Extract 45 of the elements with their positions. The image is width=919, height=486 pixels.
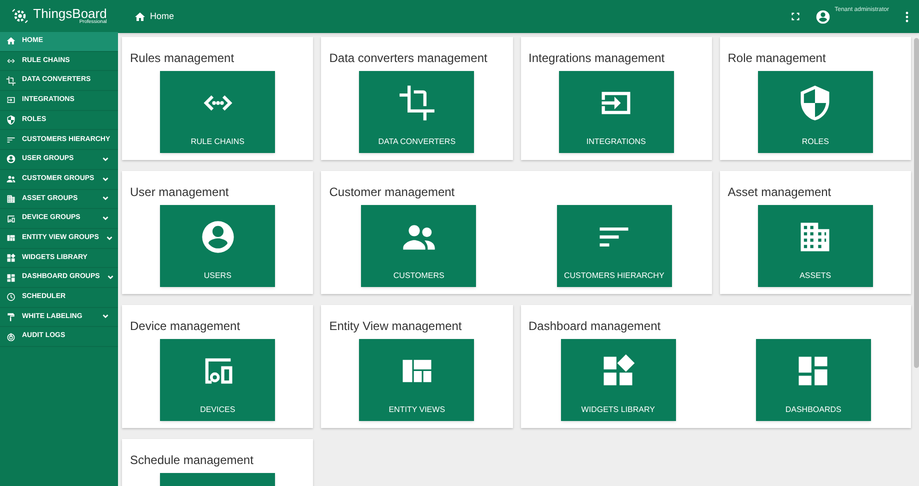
card-title: Integrations management <box>528 50 666 67</box>
target-icon <box>6 332 16 342</box>
dashboard-icon <box>6 272 16 283</box>
shortcut-tile[interactable]: DEVICES <box>160 339 276 421</box>
card-title: Dashboard management <box>528 318 662 335</box>
grid-layout-icon <box>6 233 16 244</box>
input-arrow-icon <box>6 95 16 106</box>
card-title: Data converters management <box>328 50 488 67</box>
shield-icon <box>6 115 16 126</box>
card-title: Schedule management <box>129 452 254 469</box>
shortcut-tile[interactable]: DATA CONVERTERS <box>359 71 474 153</box>
card-title: Entity View management <box>328 318 463 335</box>
shortcut-tile[interactable]: ENTITY VIEWS <box>359 339 474 421</box>
card-title: Rules management <box>129 50 236 67</box>
crop-icon <box>398 84 436 122</box>
lines-icon <box>6 134 16 145</box>
crop-icon <box>6 76 16 86</box>
shortcut-tile[interactable]: ROLES <box>758 71 873 153</box>
gear-logo-icon <box>11 7 30 25</box>
breadcrumb[interactable]: Home <box>150 10 790 24</box>
card-title: User management <box>129 184 230 201</box>
card-title: Asset management <box>726 184 832 201</box>
widgets-icon <box>6 252 16 263</box>
people-icon <box>6 174 16 184</box>
shortcut-tile[interactable]: INTEGRATIONS <box>558 71 674 153</box>
shortcut-tile[interactable]: CUSTOMERS HIERARCHY <box>556 205 672 287</box>
card-title: Role management <box>726 50 827 67</box>
card-title: Customer management <box>328 184 456 201</box>
home-icon <box>134 10 146 22</box>
shortcut-tile[interactable]: RULE CHAINS <box>160 71 276 153</box>
scrollbar[interactable] <box>914 38 919 368</box>
shortcut-tile[interactable]: USERS <box>160 205 276 287</box>
shortcut-tile[interactable]: ASSETS <box>758 205 873 287</box>
paint-roller-icon <box>6 312 16 322</box>
shortcut-tile[interactable]: DASHBOARDS <box>756 339 871 421</box>
shortcut-tile[interactable]: WIDGETS LIBRARY <box>560 339 676 421</box>
home-icon <box>6 36 16 46</box>
logo-text: ThingsBoard <box>33 7 107 20</box>
devices-icon <box>6 214 16 224</box>
more-menu-icon[interactable] <box>905 10 909 22</box>
shortcut-tile[interactable]: CUSTOMERS <box>361 205 476 287</box>
building-icon <box>6 194 16 204</box>
clock-icon <box>6 292 16 302</box>
card-title: Device management <box>129 318 242 335</box>
fullscreen-icon[interactable] <box>790 11 801 22</box>
